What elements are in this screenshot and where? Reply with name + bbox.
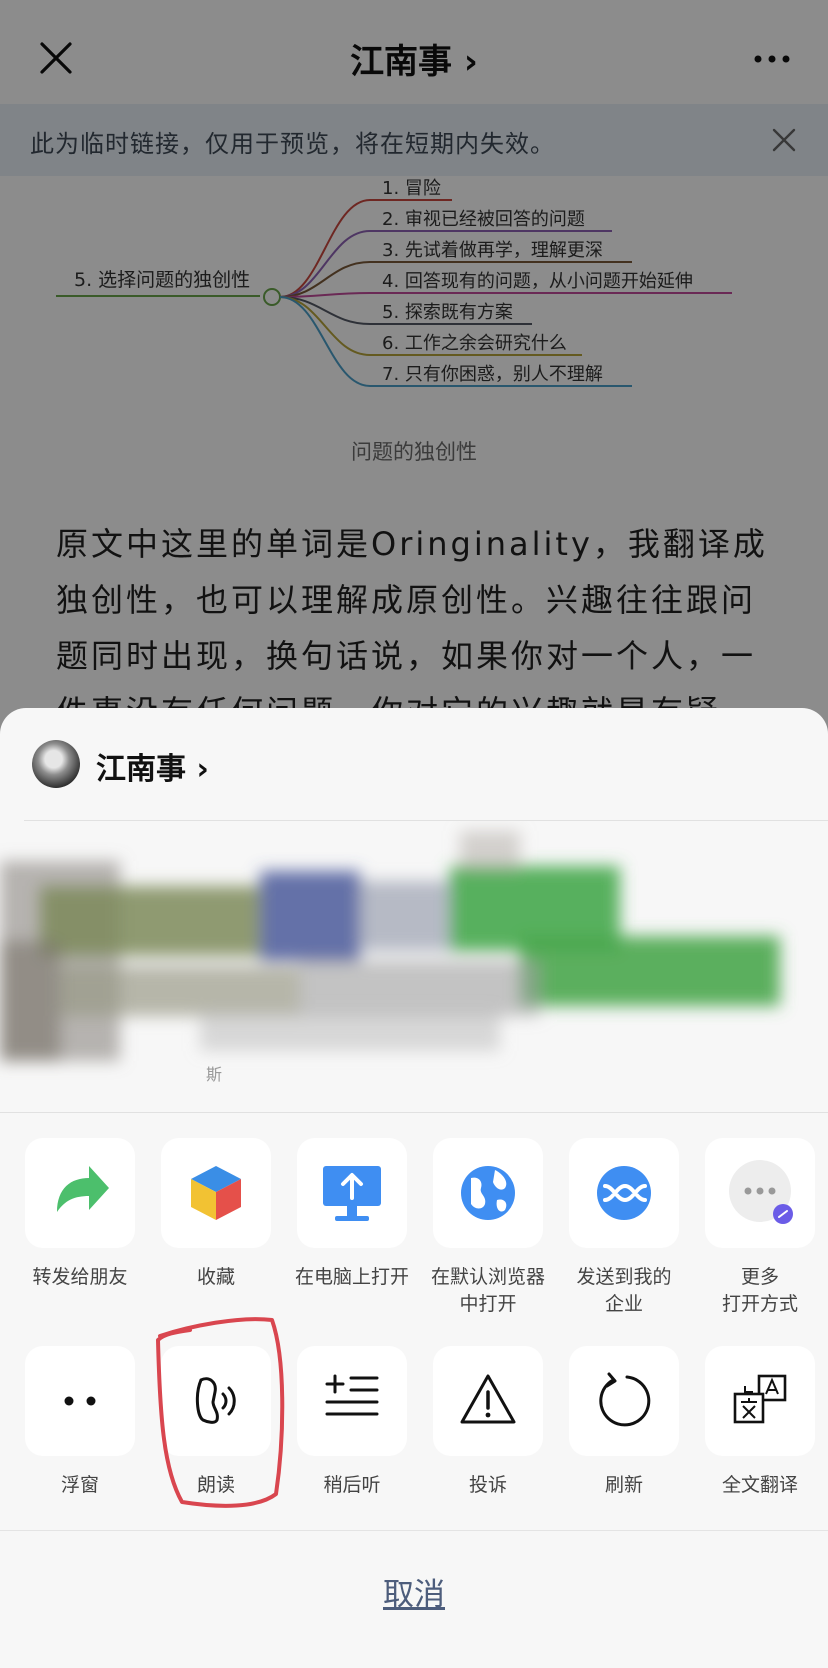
more-open-options-button[interactable]: 更多 打开方式 [692,1138,828,1318]
report-button[interactable]: 投诉 [420,1346,556,1499]
enterprise-wechat-icon [597,1166,651,1220]
action-label: 刷新 [604,1474,643,1496]
share-action-sheet: 江南事 › 斯 转发给朋友 收藏 在电脑上打开 在默认浏览器 中打开 发送到我的… [0,708,828,1668]
read-aloud-icon [195,1377,236,1424]
open-in-browser-button[interactable]: 在默认浏览器 中打开 [420,1138,556,1318]
cancel-area: 取消 [0,1530,828,1668]
account-name[interactable]: 江南事 › [96,744,209,788]
open-on-computer-button[interactable]: 在电脑上打开 [284,1138,420,1291]
share-to-friend-button[interactable]: 转发给朋友 [12,1138,148,1291]
action-label: 在默认浏览器 中打开 [430,1266,545,1315]
globe-icon [461,1166,515,1220]
cancel-button[interactable]: 取消 [0,1569,828,1614]
action-label: 浮窗 [60,1474,99,1496]
blurred-preview-graphic [0,831,780,1061]
action-label: 稍后听 [323,1474,381,1496]
action-label: 朗读 [196,1474,235,1496]
favorite-cube-icon [191,1166,241,1220]
read-aloud-button[interactable]: 朗读 [148,1346,284,1499]
action-label: 更多 打开方式 [721,1266,798,1315]
float-window-button[interactable]: 浮窗 [12,1346,148,1499]
refresh-icon [599,1372,651,1427]
more-open-icon [729,1160,793,1224]
avatar [32,740,80,788]
float-window-icon [64,1396,96,1406]
warning-icon [460,1374,516,1424]
divider [0,1112,828,1113]
translate-icon [733,1374,787,1424]
send-to-enterprise-button[interactable]: 发送到我的 企业 [556,1138,692,1318]
action-label: 转发给朋友 [32,1266,128,1288]
action-label: 在电脑上打开 [294,1266,409,1288]
share-arrow-icon [57,1166,109,1212]
listen-later-button[interactable]: 稍后听 [284,1346,420,1499]
refresh-button[interactable]: 刷新 [556,1346,692,1499]
action-label: 收藏 [196,1266,235,1288]
computer-upload-icon [323,1166,381,1221]
action-label: 全文翻译 [721,1474,798,1496]
action-label: 发送到我的 企业 [576,1266,672,1315]
sheet-header[interactable]: 江南事 › [0,708,828,820]
translate-button[interactable]: 全文翻译 [692,1346,828,1499]
preview-text: 斯 [206,1065,223,1084]
favorite-button[interactable]: 收藏 [148,1138,284,1291]
action-label: 投诉 [468,1474,507,1496]
listen-later-icon [325,1374,379,1416]
blurred-preview: 斯 [0,821,828,1111]
